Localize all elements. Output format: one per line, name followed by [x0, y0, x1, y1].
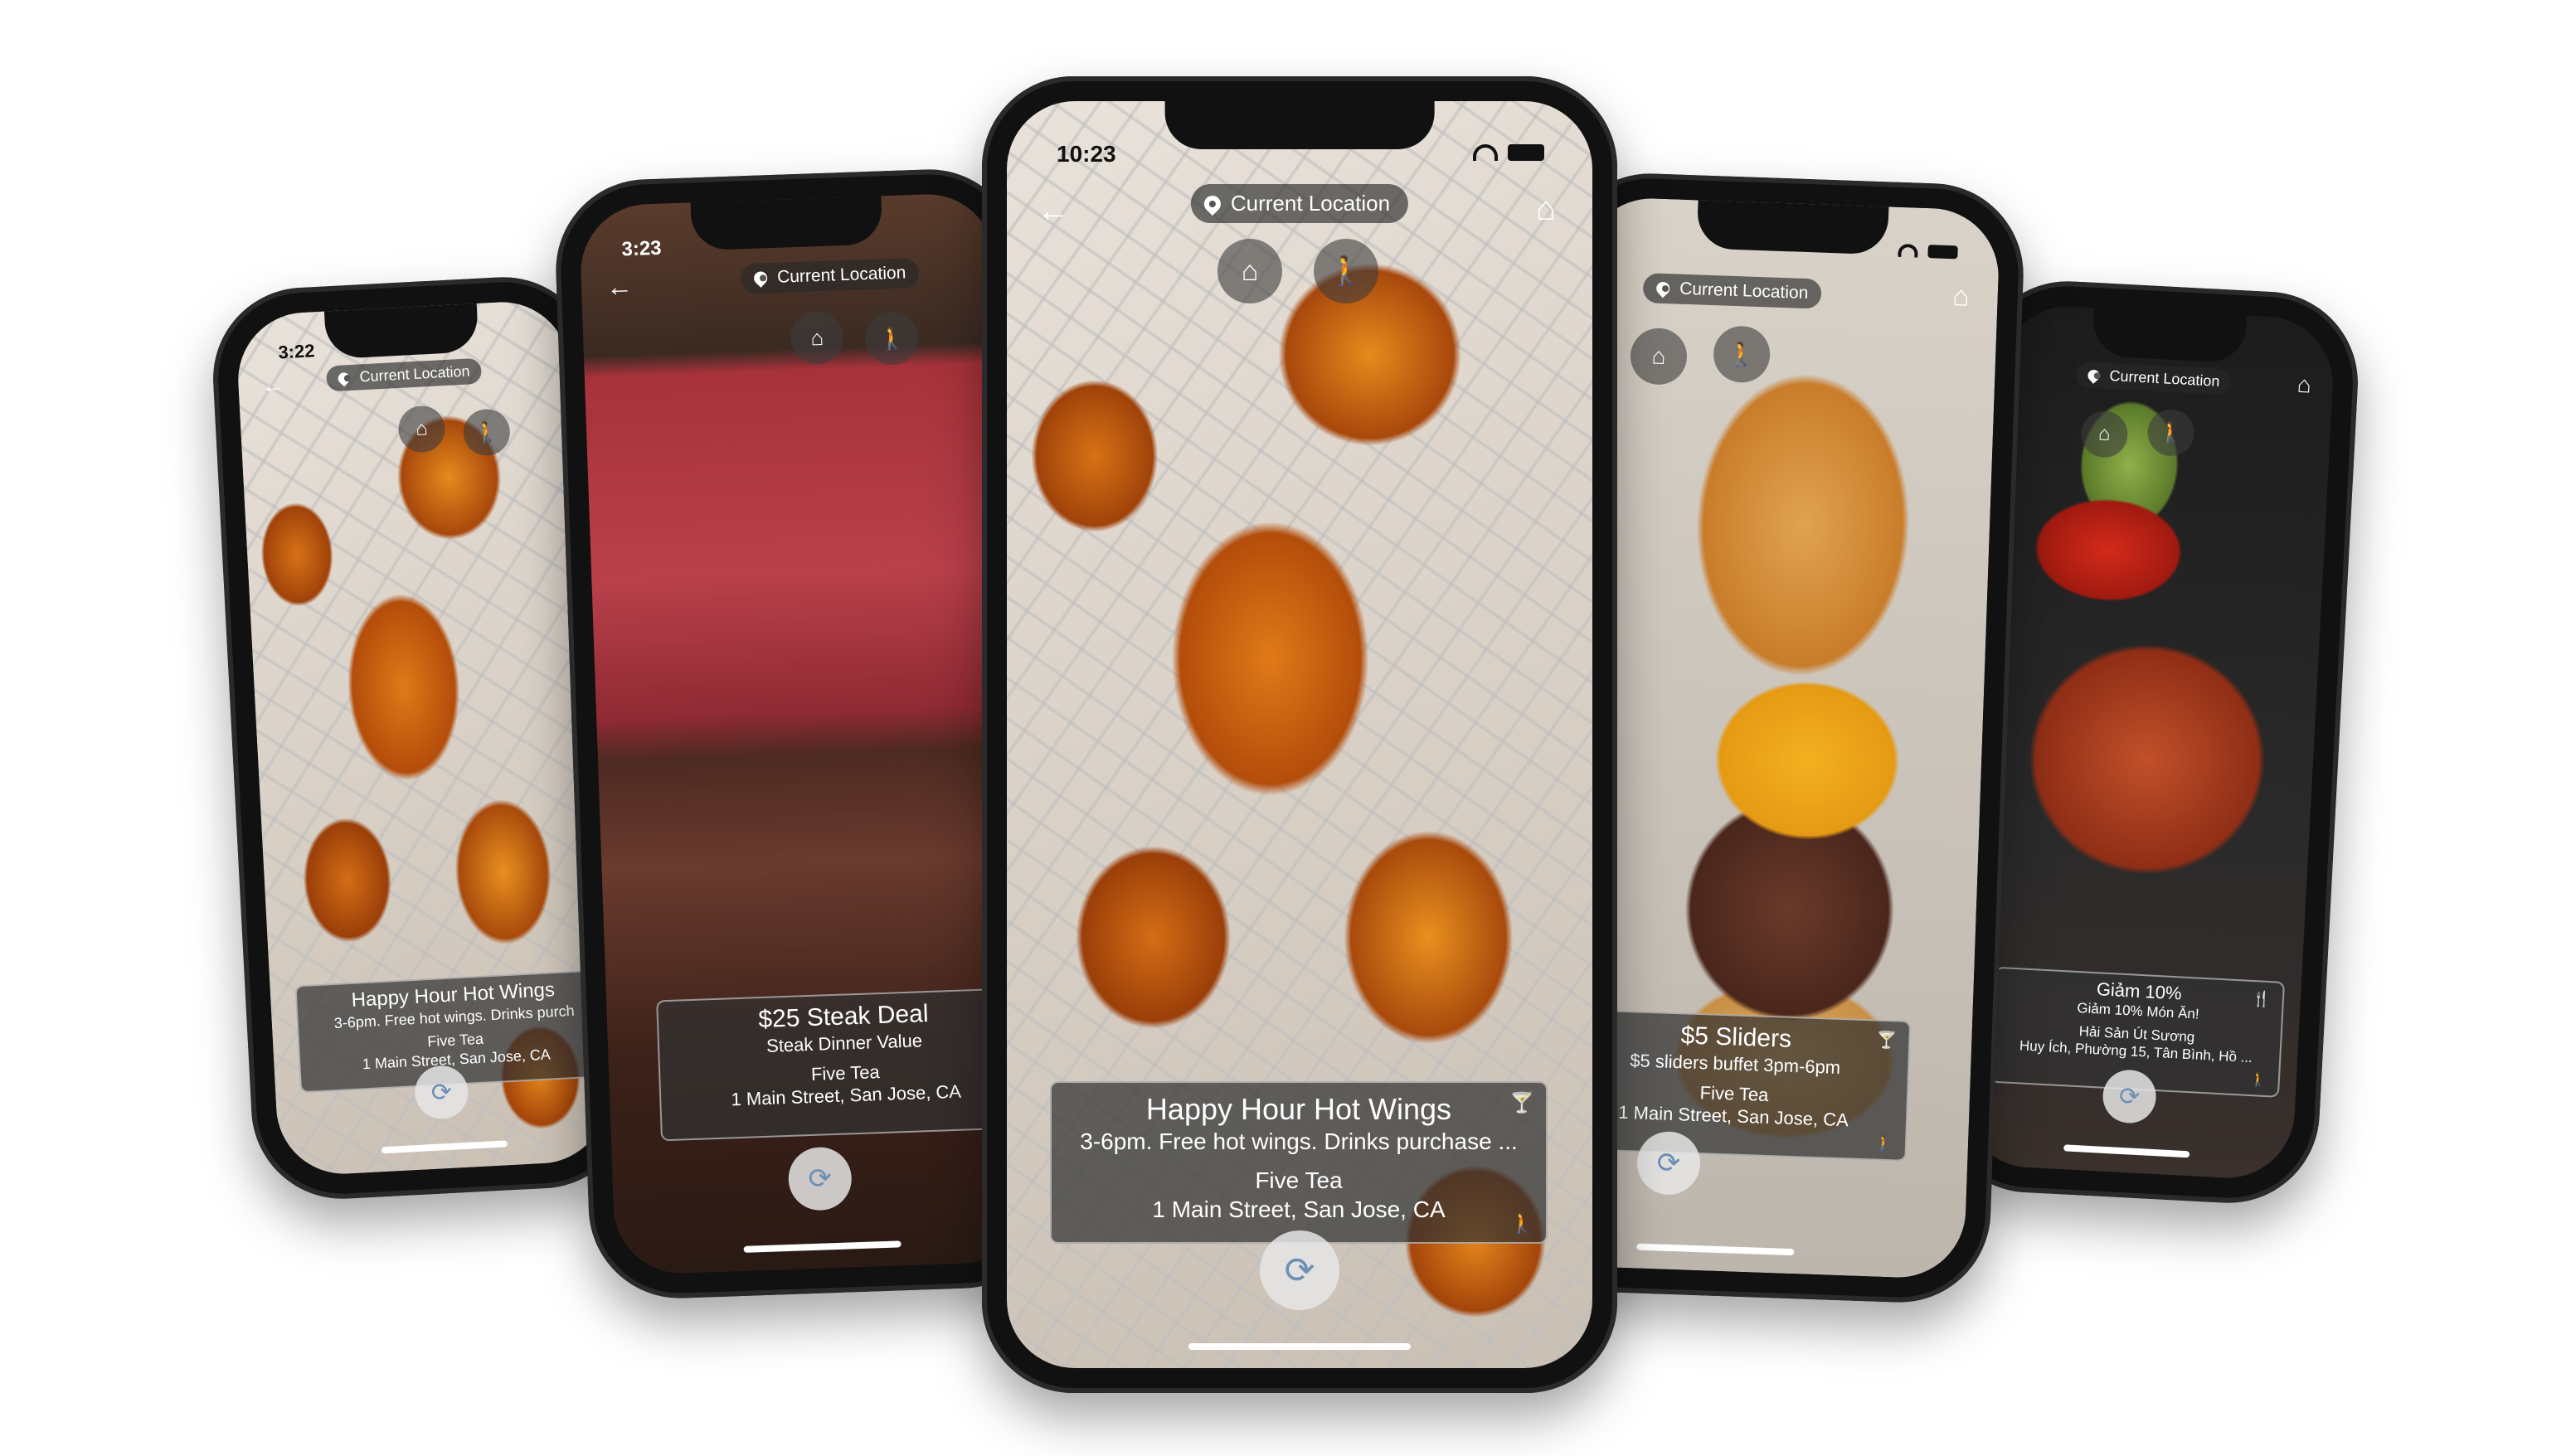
location-pin-icon [335, 370, 352, 386]
status-icons [1473, 144, 1544, 161]
walk-filter-button[interactable]: 🚶 [462, 408, 512, 457]
current-location-pill[interactable]: Current Location [1642, 273, 1822, 309]
notch [323, 303, 479, 360]
current-location-label: Current Location [776, 263, 906, 287]
location-pin-icon [1653, 279, 1673, 298]
phone-screen: 10:23 ← Current Location ⌂ ⌂ 🚶 Happy Hou… [1007, 101, 1592, 1368]
tag-filter-button[interactable]: ⌂ [397, 405, 446, 454]
notch [2092, 307, 2248, 364]
cocktail-glass-icon: 🍸 [1876, 1031, 1898, 1051]
tag-filter-button[interactable]: ⌂ [1217, 239, 1282, 303]
notch [690, 196, 883, 251]
walking-person-icon: 🚶 [2249, 1073, 2267, 1089]
status-time: 3:23 [621, 236, 662, 261]
status-icons [1898, 243, 1958, 260]
current-location-label: Current Location [2109, 366, 2220, 390]
home-indicator [1636, 1243, 1795, 1256]
tag-filter-button[interactable]: ⌂ [1629, 327, 1689, 386]
location-pin-icon [1200, 192, 1225, 216]
current-location-pill[interactable]: Current Location [1190, 184, 1409, 223]
walk-filter-button[interactable]: 🚶 [864, 310, 920, 366]
tag-icon[interactable]: ⌂ [2296, 371, 2312, 399]
walk-filter-button[interactable]: 🚶 [1712, 325, 1772, 384]
fork-knife-icon: 🍴 [2252, 990, 2272, 1008]
rotate-device-button[interactable]: ⟳ [787, 1146, 853, 1211]
deal-title: Happy Hour Hot Wings [1145, 1092, 1452, 1126]
current-location-label: Current Location [1230, 191, 1391, 216]
deal-card[interactable]: $25 Steak Deal Steak Dinner Value Five T… [656, 987, 1031, 1142]
battery-icon [1508, 144, 1544, 161]
tag-icon[interactable]: ⌂ [1951, 280, 1971, 313]
home-indicator [1188, 1343, 1412, 1350]
battery-icon [1927, 245, 1958, 260]
current-location-pill[interactable]: Current Location [325, 357, 483, 392]
walking-person-icon: 🚶 [1509, 1212, 1534, 1235]
back-arrow-icon[interactable]: ← [1037, 192, 1070, 230]
phone-screen: 3:23 ← Current Location ⌂ 🚶 $25 Steak De… [578, 192, 1031, 1276]
back-arrow-icon[interactable]: ← [261, 371, 286, 399]
tag-icon[interactable]: ⌂ [1536, 191, 1556, 228]
location-pin-icon [2085, 366, 2102, 384]
venue-name: Five Tea [1255, 1167, 1343, 1194]
walk-filter-button[interactable]: 🚶 [1314, 239, 1378, 303]
tag-filter-button[interactable]: ⌂ [2079, 410, 2129, 459]
status-time: 10:23 [1057, 141, 1116, 167]
deal-card[interactable]: Happy Hour Hot Wings 3-6pm. Free hot win… [1050, 1081, 1548, 1244]
deal-description: 3-6pm. Free hot wings. Drinks purchase .… [1080, 1128, 1518, 1155]
walking-person-icon: 🚶 [1874, 1134, 1894, 1153]
status-time: 3:22 [277, 340, 316, 363]
phone-center: 10:23 ← Current Location ⌂ ⌂ 🚶 Happy Hou… [982, 76, 1617, 1393]
notch [1164, 101, 1435, 149]
location-pin-icon [751, 269, 770, 288]
cocktail-glass-icon: 🍸 [1509, 1092, 1534, 1114]
rotate-device-button[interactable]: ⟳ [1260, 1230, 1339, 1310]
home-indicator [743, 1240, 902, 1253]
wifi-icon [1898, 243, 1918, 258]
current-location-pill[interactable]: Current Location [2075, 361, 2233, 396]
wifi-icon [1473, 144, 1498, 161]
home-indicator [2063, 1144, 2190, 1158]
walk-filter-button[interactable]: 🚶 [2146, 408, 2195, 458]
phone-screen: 3:22 ← Current Location ⌂ 🚶 Happy Hour H… [235, 298, 611, 1177]
phone-left: 3:23 ← Current Location ⌂ 🚶 $25 Steak De… [552, 166, 1057, 1302]
current-location-label: Current Location [1679, 279, 1809, 303]
current-location-pill[interactable]: Current Location [740, 257, 920, 294]
tag-filter-button[interactable]: ⌂ [790, 310, 845, 366]
back-arrow-icon[interactable]: ← [605, 271, 633, 303]
home-indicator [381, 1140, 508, 1154]
notch [1696, 200, 1889, 255]
venue-address: 1 Main Street, San Jose, CA [1152, 1196, 1446, 1223]
current-location-label: Current Location [359, 362, 470, 386]
